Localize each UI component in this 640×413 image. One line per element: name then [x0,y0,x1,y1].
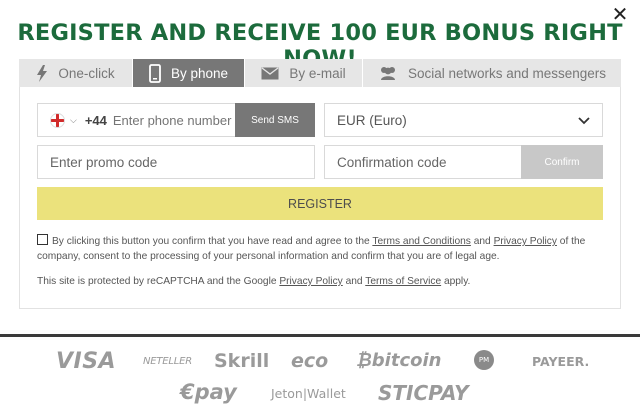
country-code: +44 [84,112,107,128]
send-sms-button[interactable]: Send SMS [235,103,315,137]
phone-field: ⌵ +44 Send SMS [37,103,315,137]
currency-select[interactable]: EUR (Euro) [324,103,603,137]
jeton-wallet-logo: Jeton|Wallet [271,386,346,401]
agreement-checkbox[interactable] [37,234,48,245]
recaptcha-text: apply. [441,276,471,287]
chevron-down-icon [578,113,590,128]
agreement-text: By clicking this button you confirm that… [37,234,603,264]
perfect-money-logo: PM [474,350,494,370]
terms-link[interactable]: Terms and Conditions [372,236,471,247]
confirm-button[interactable]: Confirm [521,145,603,179]
promo-code-field[interactable]: Enter promo code [37,145,315,179]
google-privacy-link[interactable]: Privacy Policy [279,276,342,287]
payeer-logo: PAYEER. [532,354,590,369]
recaptcha-notice: This site is protected by reCAPTCHA and … [37,276,603,287]
epay-logo: €pay [180,380,237,404]
privacy-link[interactable]: Privacy Policy [494,236,557,247]
eco-logo: eco [291,350,329,372]
tab-one-click[interactable]: One-click [19,59,133,87]
tab-label: One-click [58,65,115,81]
title-part1: REGISTER AND RECEIVE [17,20,330,46]
phone-icon [149,63,161,83]
england-flag-icon[interactable] [50,112,65,128]
tab-label: By phone [170,65,229,81]
registration-tabs: One-click By phone By e-mail Social netw… [19,59,621,87]
tab-by-email[interactable]: By e-mail [245,59,363,87]
promo-placeholder: Enter promo code [50,154,158,170]
tab-social[interactable]: Social networks and messengers [363,59,621,87]
tab-label: By e-mail [289,65,346,81]
skrill-logo: Skrill [214,350,270,372]
tab-by-phone[interactable]: By phone [133,59,245,87]
tab-label: Social networks and messengers [407,65,607,81]
registration-modal: ✕ REGISTER AND RECEIVE 100 EUR BONUS RIG… [0,0,640,334]
confirmation-placeholder: Confirmation code [337,154,447,170]
google-terms-link[interactable]: Terms of Service [365,276,441,287]
recaptcha-text: and [342,276,366,287]
users-icon [378,66,398,80]
recaptcha-text: This site is protected by reCAPTCHA and … [37,276,280,287]
phone-input[interactable] [112,112,238,128]
visa-logo: VISA [56,349,117,374]
agreement-text-part: By clicking this button you confirm that… [52,236,373,247]
neteller-logo: NETELLER [143,356,193,367]
payment-logos: VISA NETELLER Skrill eco ₿bitcoin PM PAY… [0,337,640,413]
chevron-down-icon[interactable]: ⌵ [70,115,77,126]
confirmation-code-field[interactable]: Confirmation code Confirm [324,145,603,179]
currency-value: EUR (Euro) [337,112,407,128]
registration-form: ⌵ +44 Send SMS EUR (Euro) Enter promo co… [19,87,621,309]
bitcoin-logo: ₿bitcoin [356,350,442,371]
lightning-icon [36,64,48,82]
agreement-text-part: and [470,236,494,247]
envelope-icon [261,66,279,80]
sticpay-logo: STICPAY [378,381,469,405]
register-button[interactable]: REGISTER [37,187,603,220]
